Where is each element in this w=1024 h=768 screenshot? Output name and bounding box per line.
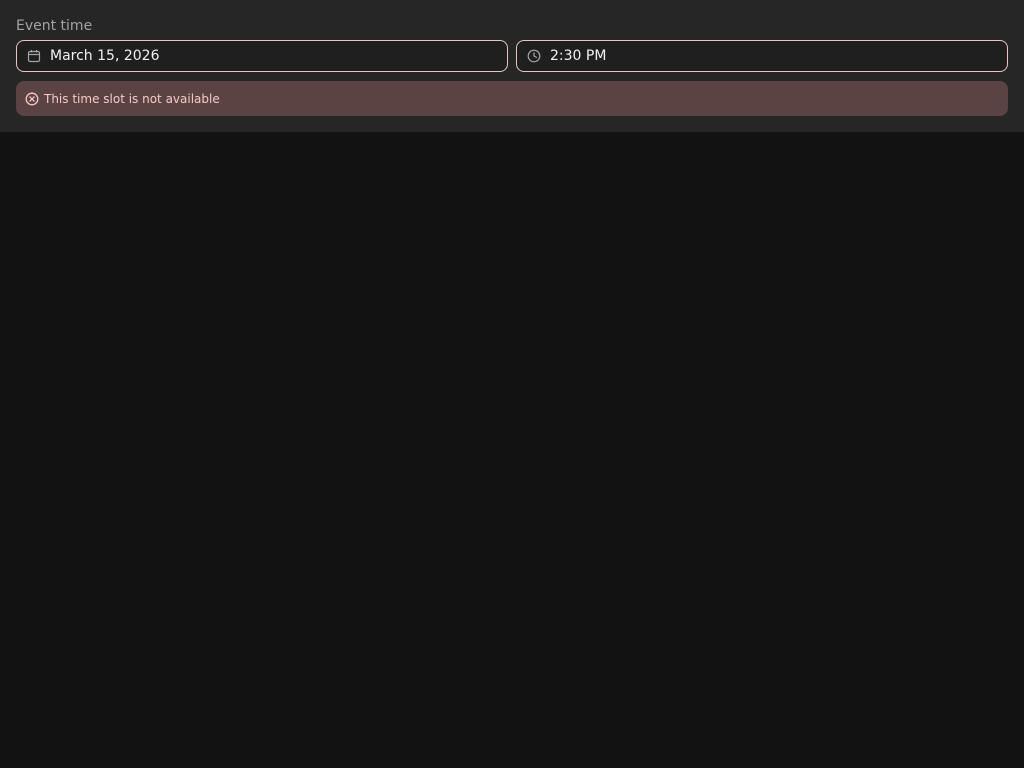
error-message-text: This time slot is not available xyxy=(44,91,220,106)
date-input-value: March 15, 2026 xyxy=(50,48,160,64)
date-input[interactable]: March 15, 2026 xyxy=(16,40,508,72)
error-circle-x-icon xyxy=(24,91,40,107)
event-time-label: Event time xyxy=(16,18,93,34)
time-input[interactable]: 2:30 PM xyxy=(516,40,1008,72)
clock-icon xyxy=(526,48,542,64)
error-message-box: This time slot is not available xyxy=(16,81,1008,116)
time-input-value: 2:30 PM xyxy=(550,48,607,64)
calendar-icon xyxy=(26,48,42,64)
event-time-panel: Event time March 15, 2026 2:30 PM This t… xyxy=(0,0,1024,132)
